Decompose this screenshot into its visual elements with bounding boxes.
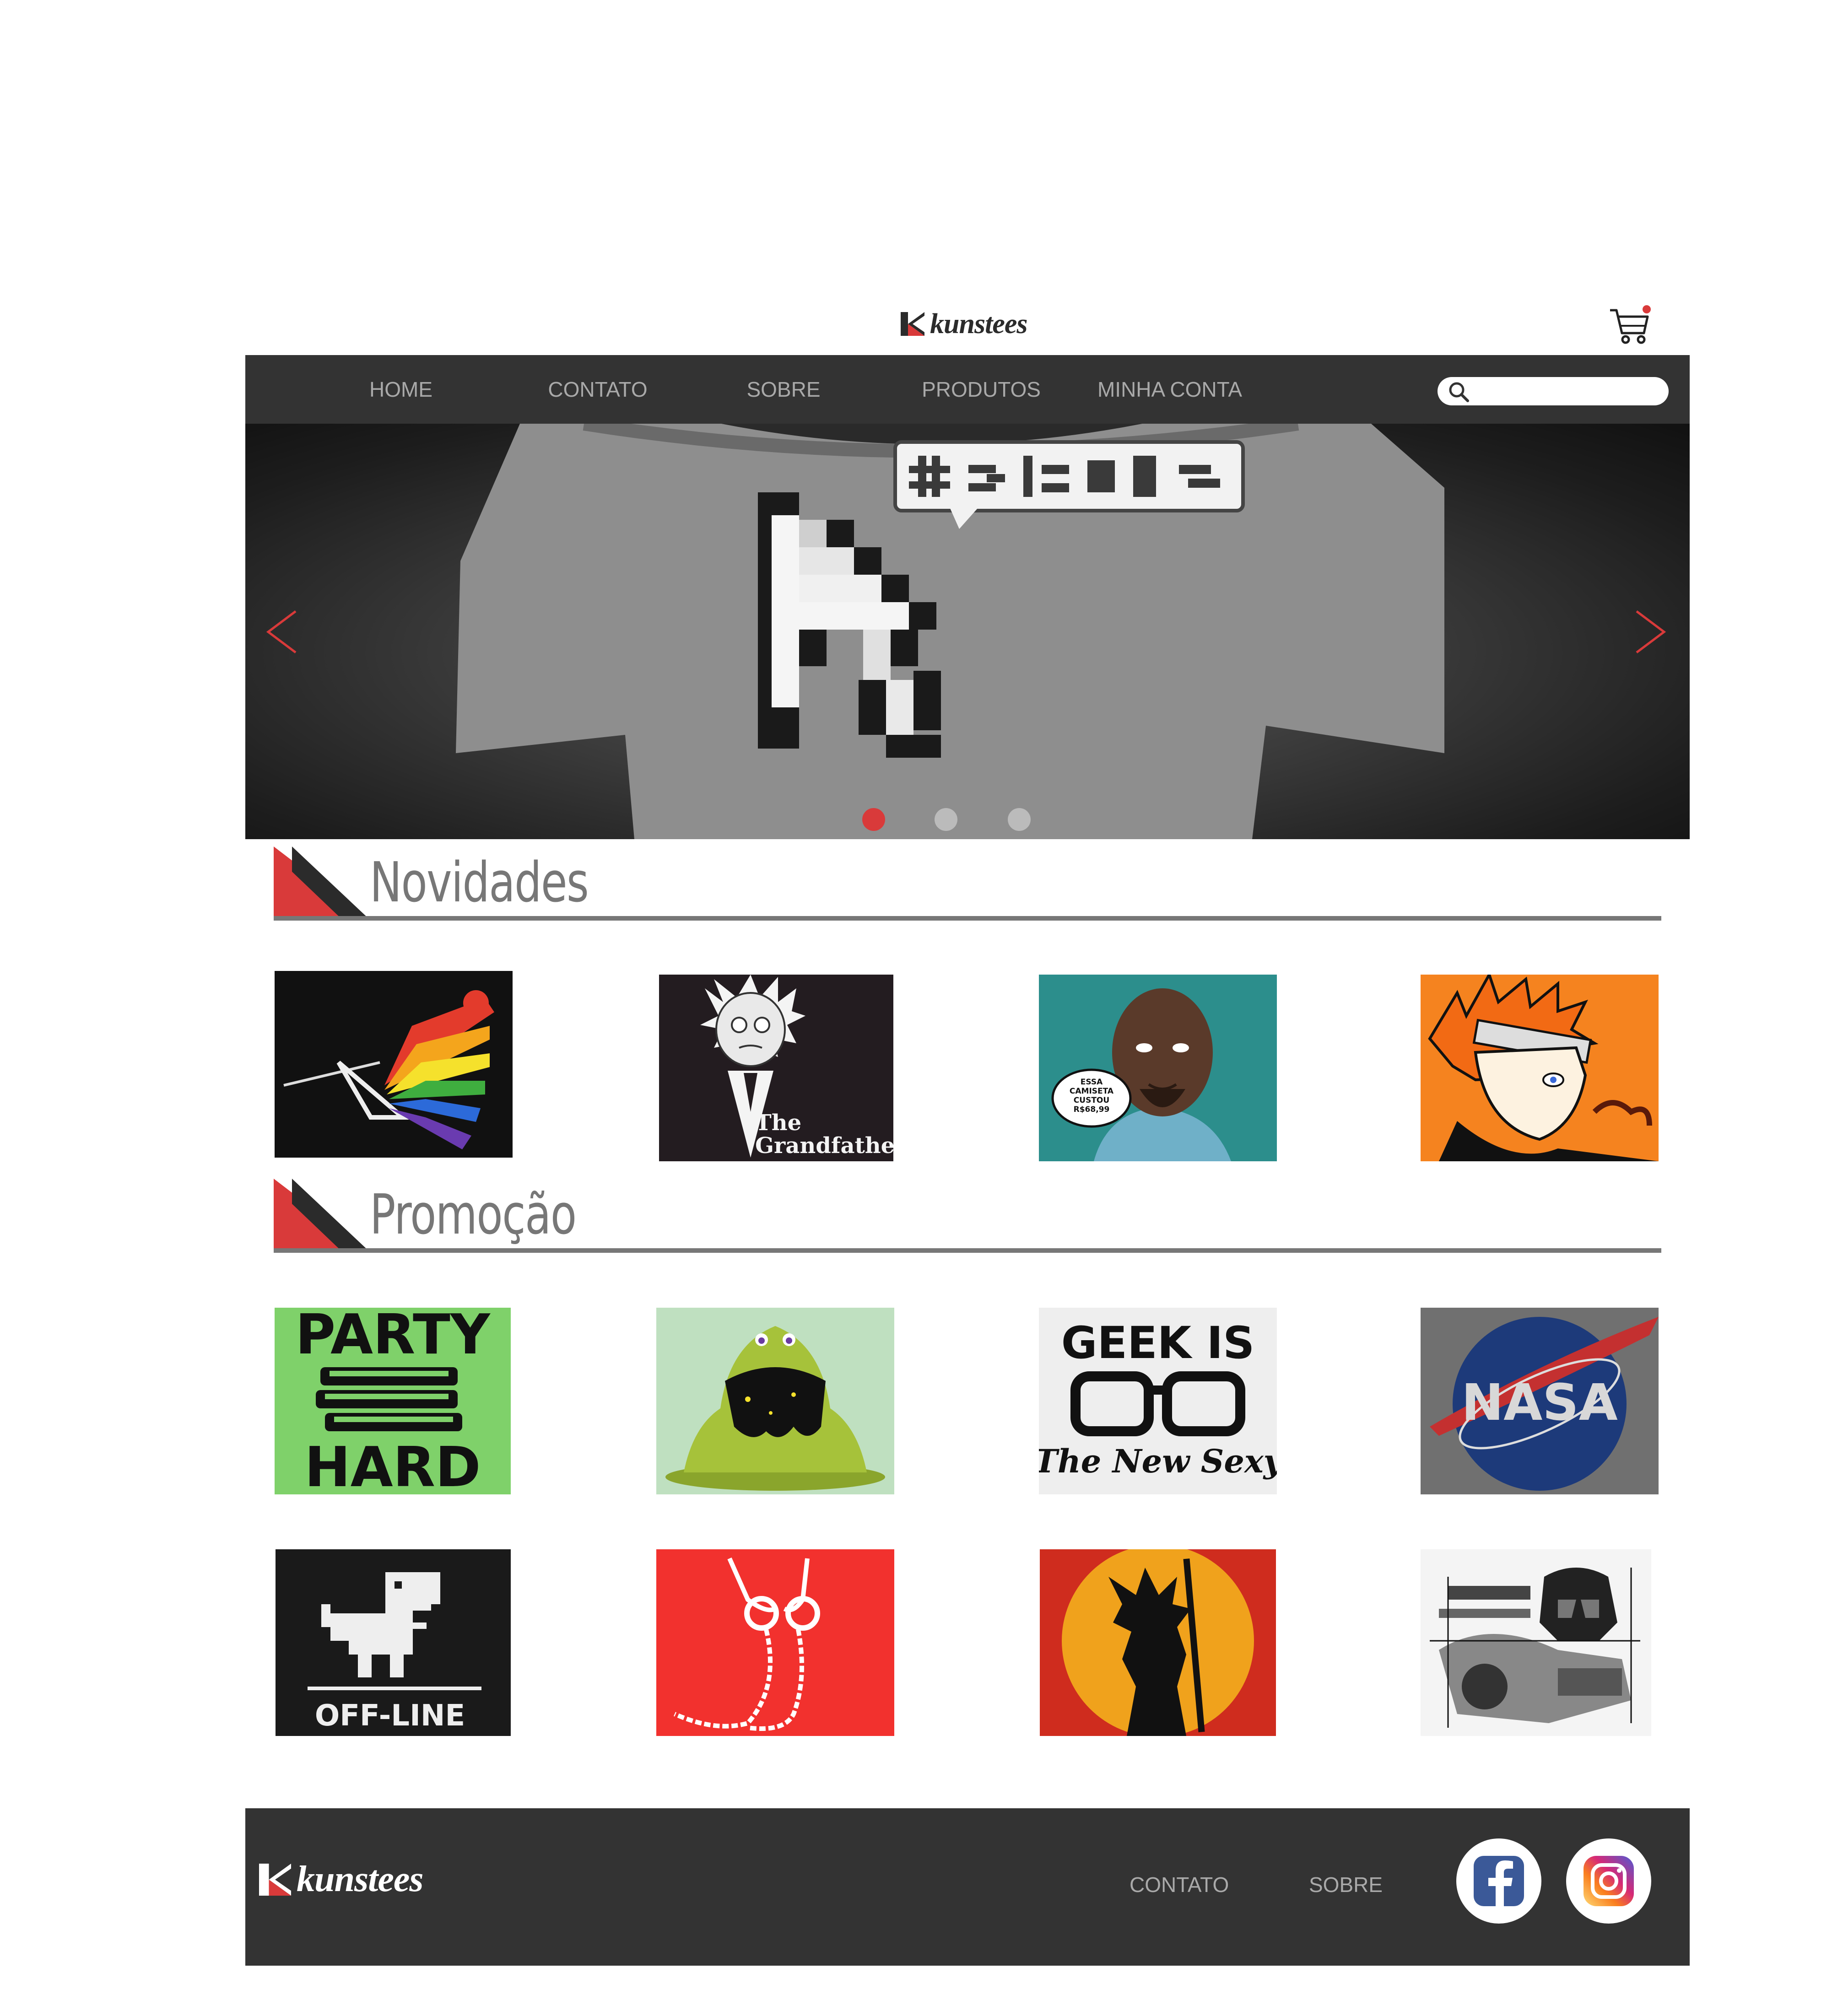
offline-text: OFF-LINE (315, 1699, 465, 1733)
hero-carousel (245, 424, 1690, 839)
product-nasa[interactable]: NASA (1421, 1308, 1659, 1494)
product-orange-ninja[interactable] (1421, 975, 1659, 1161)
bubble-text-4: R$68,99 (1074, 1105, 1110, 1114)
brand-name: kunstees (930, 308, 1027, 340)
nav-sobre[interactable]: SOBRE (733, 355, 834, 424)
section-divider (274, 916, 1661, 921)
product-grandfather[interactable]: The Grandfather (659, 975, 893, 1161)
carousel-dot-3[interactable] (1008, 808, 1031, 831)
product-offline-dino[interactable]: OFF-LINE (276, 1549, 511, 1736)
product-prism-rainbow[interactable] (275, 971, 513, 1158)
main-nav: HOME CONTATO SOBRE PRODUTOS MINHA CONTA (245, 355, 1690, 424)
product-headphones[interactable] (656, 1549, 894, 1736)
instagram-icon[interactable] (1566, 1838, 1651, 1924)
site-footer: kunstees CONTATO SOBRE (245, 1808, 1690, 1966)
product-party-hard[interactable]: PARTY HARD (275, 1308, 511, 1494)
search-box (1438, 377, 1669, 405)
nav-minha-conta[interactable]: MINHA CONTA (1087, 355, 1252, 424)
chevron-right-icon[interactable] (1627, 602, 1673, 662)
heading-triangle-icon (274, 846, 370, 920)
brand-mark-icon (259, 1863, 291, 1896)
grandfather-text-2: Grandfather (755, 1133, 893, 1159)
section-title: Promoção (370, 1183, 577, 1247)
nasa-text: NASA (1461, 1373, 1618, 1432)
nav-produtos[interactable]: PRODUTOS (908, 355, 1054, 424)
section-heading-novidades: Novidades (274, 846, 1661, 924)
grandfather-text-1: The (755, 1110, 801, 1136)
footer-brand-name: kunstees (297, 1859, 423, 1899)
section-title: Novidades (370, 851, 589, 915)
heading-triangle-icon (274, 1179, 370, 1252)
brand-logo[interactable]: kunstees (901, 306, 1027, 342)
search-icon[interactable] (1446, 380, 1473, 404)
bubble-text-3: CUSTOU (1074, 1096, 1109, 1105)
bubble-text-1: ESSA (1081, 1078, 1103, 1087)
brand-mark-icon (901, 312, 924, 336)
product-geek-is[interactable]: GEEK IS The New Sexy (1039, 1308, 1277, 1494)
product-price-comic[interactable]: ESSA CAMISETA CUSTOU R$68,99 (1039, 975, 1277, 1161)
carousel-dot-1[interactable] (862, 808, 885, 831)
hard-text: HARD (304, 1436, 481, 1494)
footer-brand-logo[interactable]: kunstees (259, 1859, 423, 1900)
section-divider (274, 1248, 1661, 1253)
footer-link-sobre[interactable]: SOBRE (1309, 1872, 1383, 1897)
hero-image (456, 424, 1444, 839)
search-input[interactable] (1479, 381, 1664, 403)
bubble-text-2: CAMISETA (1070, 1087, 1114, 1096)
chevron-left-icon[interactable] (259, 602, 305, 662)
product-green-monster[interactable] (656, 1308, 894, 1494)
shopping-cart-icon[interactable] (1606, 302, 1652, 348)
footer-link-contato[interactable]: CONTATO (1130, 1872, 1229, 1897)
new-sexy-text: The New Sexy (1039, 1442, 1277, 1480)
section-heading-promocao: Promoção (274, 1179, 1661, 1256)
facebook-icon[interactable] (1456, 1838, 1541, 1924)
nav-contato[interactable]: CONTATO (538, 355, 657, 424)
party-text: PARTY (295, 1308, 491, 1367)
product-sunset-silhouette[interactable] (1040, 1549, 1276, 1736)
nav-home[interactable]: HOME (360, 355, 442, 424)
carousel-dot-2[interactable] (935, 808, 957, 831)
geek-is-text: GEEK IS (1061, 1317, 1255, 1369)
product-space-helmet[interactable] (1421, 1549, 1651, 1736)
